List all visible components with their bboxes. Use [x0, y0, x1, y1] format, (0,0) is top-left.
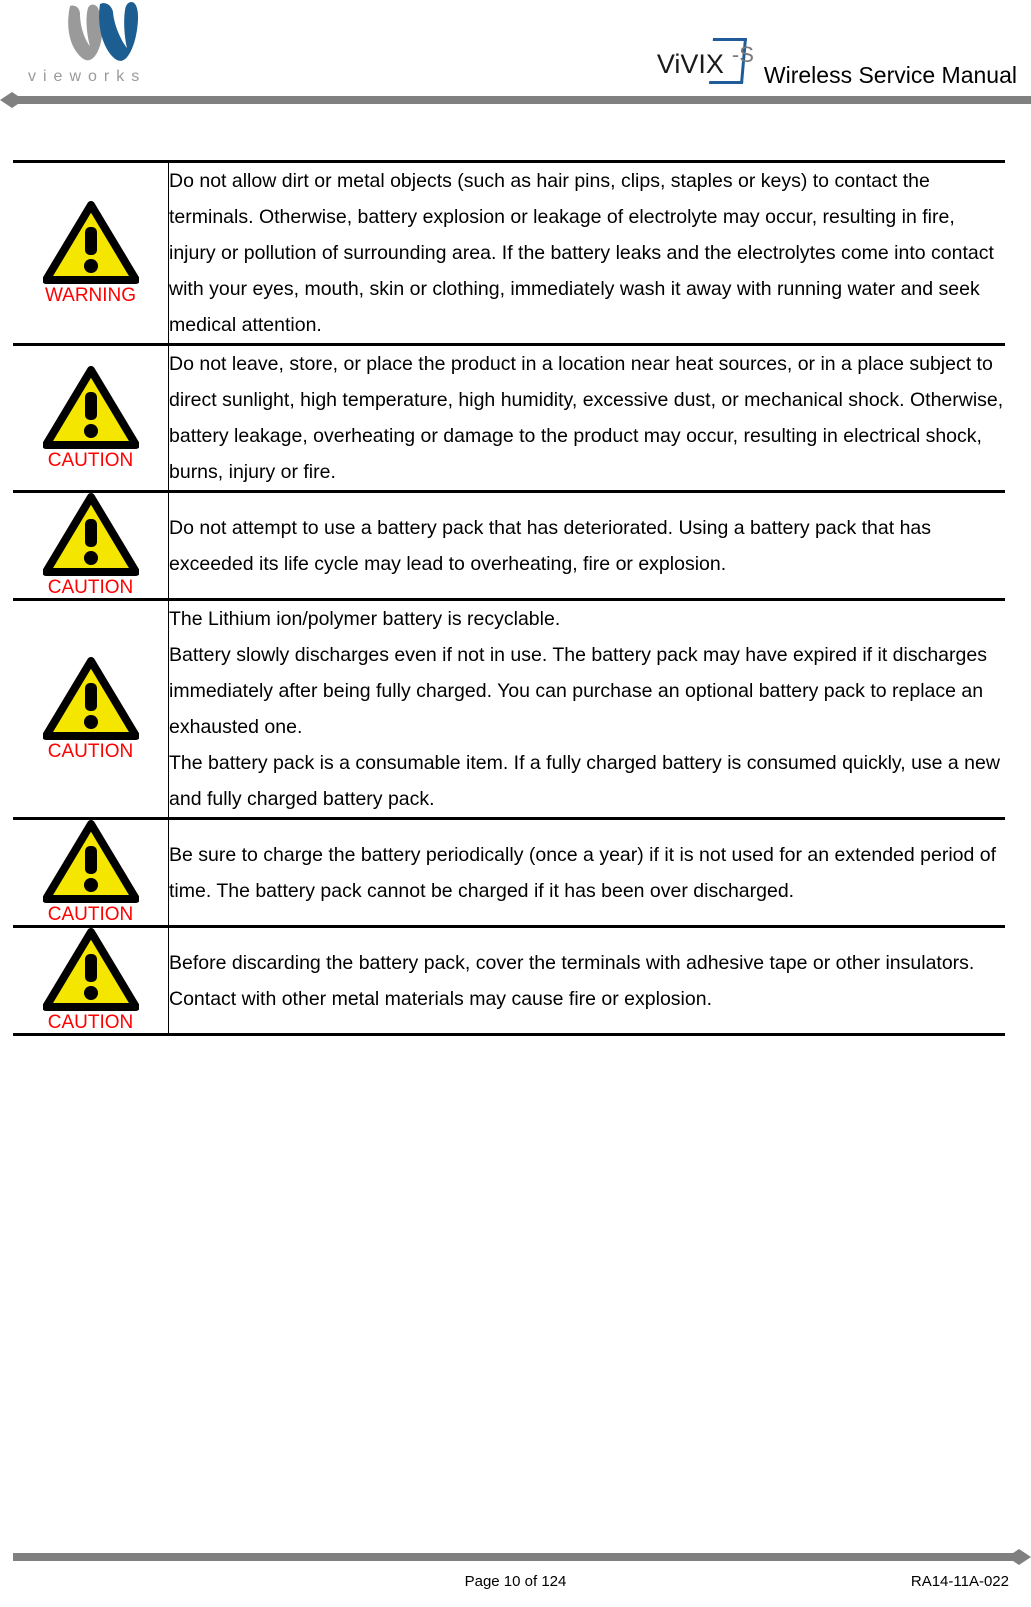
hazard-label: CAUTION — [47, 1012, 134, 1033]
table-row: CAUTION Before discarding the battery pa… — [13, 926, 1006, 1035]
manual-title: Wireless Service Manual — [763, 62, 1017, 88]
caution-triangle-icon: CAUTION — [37, 493, 145, 598]
notice-paragraph: Be sure to charge the battery periodical… — [169, 843, 997, 902]
hazard-label: CAUTION — [47, 577, 134, 598]
page-number: Page 10 of 124 — [464, 1573, 567, 1590]
table-row: CAUTION The Lithium ion/polymer battery … — [13, 599, 1006, 819]
hazard-label: WARNING — [44, 284, 137, 306]
document-number: RA14-11A-022 — [910, 1573, 1009, 1590]
table-row: WARNING Do not allow dirt or metal objec… — [13, 161, 1006, 345]
notice-text-cell: The Lithium ion/polymer battery is recyc… — [169, 600, 1006, 819]
safety-notice-table: WARNING Do not allow dirt or metal objec… — [13, 160, 1005, 1036]
notice-text-cell: Do not allow dirt or metal objects (such… — [169, 162, 1006, 345]
caution-triangle-icon: CAUTION — [37, 820, 145, 925]
hazard-icon-cell: CAUTION — [13, 926, 169, 1035]
notice-text-cell: Before discarding the battery pack, cove… — [169, 927, 1006, 1035]
table-row: CAUTION Do not attempt to use a battery … — [13, 491, 1006, 600]
hazard-label: CAUTION — [47, 740, 134, 762]
header-divider-bar — [0, 92, 1031, 108]
vieworks-w-logo-icon — [56, 2, 166, 68]
hazard-icon-cell: CAUTION — [13, 344, 169, 492]
product-branding: ViVIX -S Wireless Service Manual — [657, 34, 1017, 90]
vivix-logo: ViVIX -S — [656, 38, 754, 88]
vivix-wordmark: ViVIX — [656, 48, 724, 79]
hazard-icon-cell: WARNING — [13, 161, 169, 345]
vivix-suffix: -S — [731, 42, 754, 67]
caution-triangle-icon: CAUTION — [37, 656, 145, 762]
vieworks-wordmark: vieworks — [28, 68, 147, 85]
notice-paragraph: Battery slowly discharges even if not in… — [169, 644, 987, 738]
hazard-label: CAUTION — [47, 904, 134, 925]
page-header: vieworks ViVIX -S Wireless Service Manua… — [0, 0, 1031, 112]
notice-paragraph: Do not allow dirt or metal objects (such… — [169, 170, 994, 336]
hazard-icon-cell: CAUTION — [13, 599, 169, 819]
caution-triangle-icon: CAUTION — [37, 928, 145, 1033]
warning-triangle-icon: WARNING — [37, 200, 145, 306]
hazard-label: CAUTION — [47, 449, 134, 471]
caution-triangle-icon: CAUTION — [37, 365, 145, 471]
footer-divider-bar — [0, 1549, 1031, 1565]
notice-paragraph: Before discarding the battery pack, cove… — [169, 951, 975, 1010]
page-footer: Page 10 of 124 RA14-11A-022 — [0, 1517, 1031, 1607]
notice-paragraph: Do not leave, store, or place the produc… — [169, 353, 1004, 483]
table-row: CAUTION Be sure to charge the battery pe… — [13, 818, 1006, 927]
table-row: CAUTION Do not leave, store, or place th… — [13, 344, 1006, 492]
safety-notice-body: WARNING Do not allow dirt or metal objec… — [13, 161, 1006, 1035]
hazard-icon-cell: CAUTION — [13, 491, 169, 600]
hazard-icon-cell: CAUTION — [13, 818, 169, 927]
notice-text-cell: Do not leave, store, or place the produc… — [169, 345, 1006, 492]
notice-text-cell: Do not attempt to use a battery pack tha… — [169, 492, 1006, 600]
notice-paragraph: The Lithium ion/polymer battery is recyc… — [169, 608, 561, 630]
vieworks-logo: vieworks — [28, 2, 228, 94]
notice-paragraph: Do not attempt to use a battery pack tha… — [169, 516, 932, 575]
notice-paragraph: The battery pack is a consumable item. I… — [169, 752, 1000, 810]
notice-text-cell: Be sure to charge the battery periodical… — [169, 819, 1006, 927]
